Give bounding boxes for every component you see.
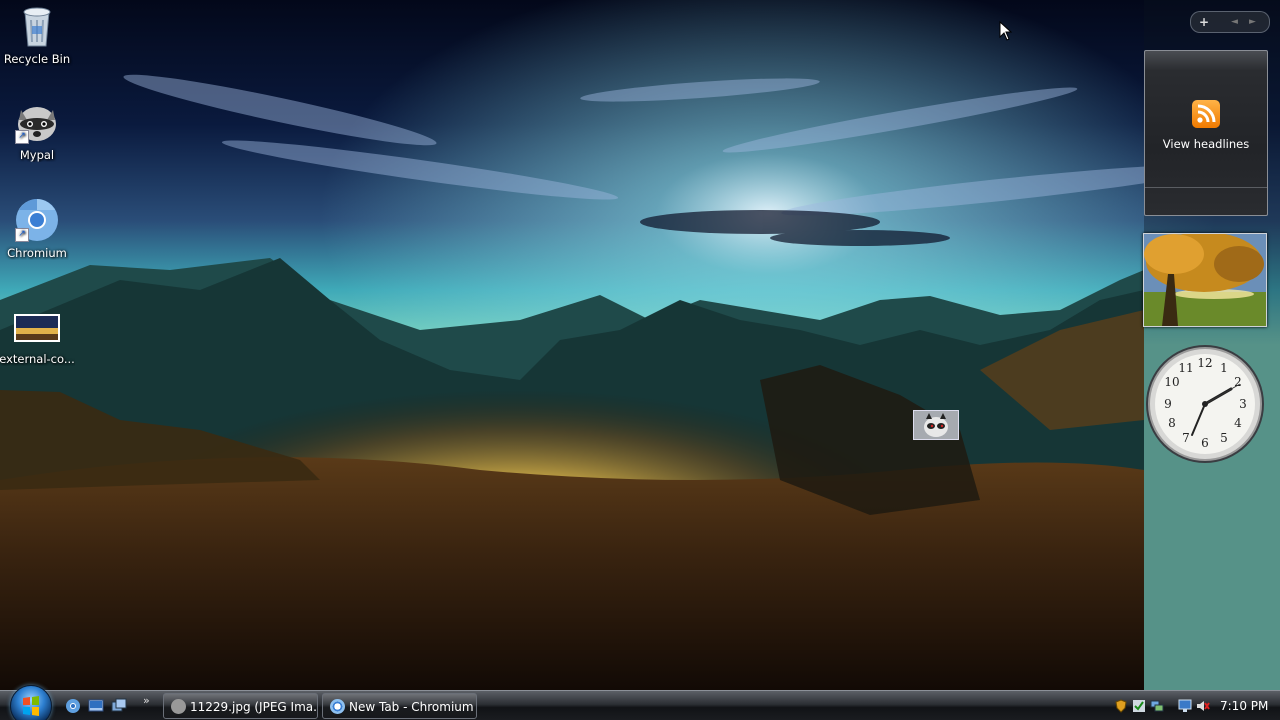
- slideshow-gadget[interactable]: [1143, 233, 1267, 327]
- clock-numeral: 4: [1234, 416, 1242, 430]
- desktop-wallpaper: [0, 0, 1280, 690]
- clock-numeral: 3: [1239, 397, 1247, 411]
- taskbar-button-image-viewer[interactable]: 11229.jpg (JPEG Ima...: [163, 693, 318, 719]
- recycle-bin-icon: [13, 2, 61, 50]
- security-shield-icon[interactable]: [1114, 698, 1128, 713]
- image-file-icon: [14, 314, 60, 350]
- clock-numeral: 9: [1164, 397, 1172, 411]
- taskbar-button-label: 11229.jpg (JPEG Ima...: [190, 700, 318, 714]
- add-gadget-button[interactable]: +: [1199, 12, 1213, 32]
- clock-numeral: 11: [1178, 361, 1193, 375]
- clock-numeral: 10: [1164, 375, 1179, 389]
- shortcut-arrow-icon: ↗: [15, 228, 29, 242]
- clock-numeral: 1: [1220, 361, 1228, 375]
- quicklaunch-show-desktop-icon[interactable]: [88, 698, 104, 714]
- gadget-divider: [1145, 187, 1267, 188]
- desktop-icon-label: external-co...: [0, 352, 75, 366]
- desktop-icon-label: Chromium: [7, 246, 67, 260]
- network-status-icon[interactable]: [1150, 698, 1164, 712]
- clock-numeral: 7: [1182, 431, 1190, 445]
- rss-icon: [1192, 100, 1220, 128]
- desktop-icon-label: Recycle Bin: [3, 52, 71, 66]
- chromium-icon: ↗: [13, 196, 61, 244]
- chromium-icon: [330, 699, 345, 714]
- desktop-icon-mypal[interactable]: ↗ Mypal: [0, 98, 75, 162]
- clock-numeral: 8: [1168, 416, 1176, 430]
- volume-muted-icon[interactable]: [1196, 698, 1210, 712]
- taskbar-button-chromium[interactable]: New Tab - Chromium: [322, 693, 477, 719]
- view-headlines-link[interactable]: View headlines: [1145, 137, 1267, 151]
- feed-headlines-gadget[interactable]: View headlines: [1144, 50, 1268, 216]
- clock-gadget[interactable]: 12 1 2 3 4 5 6 7 8 9 10 11: [1144, 343, 1266, 465]
- autumn-tree-photo: [1144, 234, 1266, 326]
- windows-logo-icon: [23, 696, 39, 716]
- quicklaunch-more-chevron[interactable]: »: [143, 694, 150, 707]
- desktop-icon-label: Mypal: [19, 148, 55, 162]
- shortcut-arrow-icon: ↗: [15, 130, 29, 144]
- checkmark-status-icon[interactable]: [1132, 698, 1146, 712]
- mypal-raccoon-icon: ↗: [13, 98, 61, 146]
- quicklaunch-switch-windows-icon[interactable]: [111, 698, 127, 714]
- clock-numeral: 5: [1220, 431, 1228, 445]
- clock-numeral: 6: [1201, 436, 1209, 450]
- taskbar: » 11229.jpg (JPEG Ima... New Tab - Chrom…: [0, 685, 1280, 720]
- sidebar-controls: + ◄ ►: [1190, 11, 1270, 33]
- mouse-pointer-icon: [999, 20, 1013, 41]
- previous-page-button[interactable]: ◄: [1231, 12, 1238, 32]
- taskbar-clock[interactable]: 7:10 PM: [1220, 691, 1268, 720]
- next-page-button[interactable]: ►: [1249, 12, 1256, 32]
- desktop-icon-external-co[interactable]: external-co...: [0, 308, 75, 366]
- start-button[interactable]: [10, 685, 52, 720]
- raccoon-app-icon: [171, 699, 186, 714]
- wallpaper-landscape: [0, 0, 1280, 690]
- quicklaunch-browser-icon[interactable]: [65, 698, 81, 714]
- cat-photo-icon: [914, 411, 958, 439]
- clock-numeral: 12: [1197, 356, 1212, 370]
- taskbar-button-label: New Tab - Chromium: [349, 700, 474, 714]
- desktop-icon-recycle-bin[interactable]: Recycle Bin: [0, 2, 75, 66]
- desktop-photo-thumbnail[interactable]: [913, 410, 959, 440]
- monitor-network-icon[interactable]: [1178, 698, 1192, 712]
- desktop-icon-chromium[interactable]: ↗ Chromium: [0, 196, 75, 260]
